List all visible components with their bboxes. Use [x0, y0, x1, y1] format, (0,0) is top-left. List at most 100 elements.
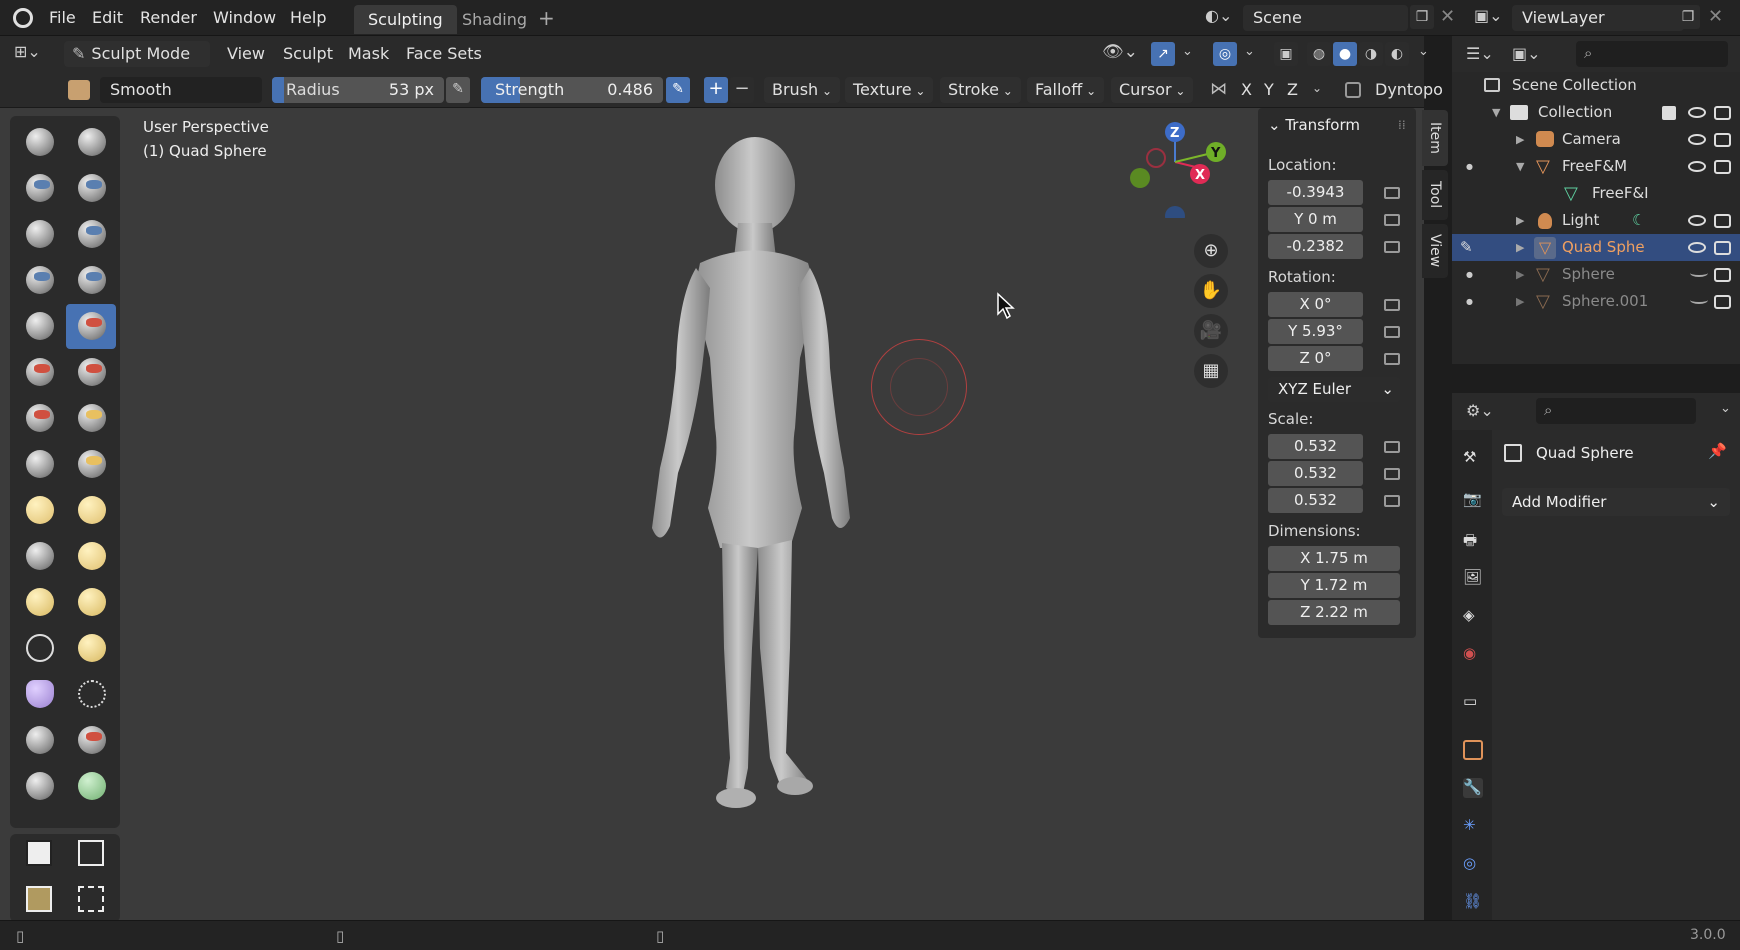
output-tab-icon[interactable]: 🖶 — [1463, 530, 1483, 550]
eye-closed-icon[interactable] — [1690, 269, 1708, 277]
clay-strips-brush-icon[interactable] — [66, 166, 116, 211]
draw-brush-icon[interactable] — [14, 120, 64, 165]
modifier-tab-icon[interactable]: 🔧 — [1463, 778, 1483, 798]
properties-search-input[interactable]: ⌕ — [1536, 398, 1696, 424]
mask-brush-icon[interactable] — [14, 718, 64, 763]
box-face-set-icon[interactable] — [26, 886, 52, 912]
multires-displacement-eraser-icon[interactable] — [14, 764, 64, 809]
menu-face-sets[interactable]: Face Sets — [406, 44, 482, 63]
crease-brush-icon[interactable] — [14, 304, 64, 349]
navigation-gizmo[interactable]: Z Y X — [1120, 108, 1230, 218]
lock-icon[interactable] — [1384, 326, 1400, 338]
expand-icon[interactable]: ▶ — [1516, 126, 1524, 153]
3d-viewport[interactable]: User Perspective (1) Quad Sphere Z Y X ⊕… — [0, 108, 1424, 920]
brush-icon[interactable] — [68, 80, 90, 100]
eye-closed-icon[interactable] — [1690, 296, 1708, 304]
pin-icon[interactable]: 📌 — [1708, 442, 1727, 460]
radius-pressure-icon[interactable]: ✎ — [446, 77, 470, 103]
properties-type-icon[interactable]: ⚙⌄ — [1466, 401, 1494, 420]
smooth-brush-icon[interactable] — [66, 304, 116, 349]
expand-icon[interactable]: ▶ — [1516, 207, 1524, 234]
scale-z-field[interactable]: 0.532 — [1268, 488, 1363, 513]
outliner-quad-sphere[interactable]: ✎ ▶ ▽ Quad Sphe — [1452, 234, 1740, 261]
lock-icon[interactable] — [1384, 468, 1400, 480]
transform-section-header[interactable]: ⌄ Transform — [1268, 116, 1360, 134]
symmetry-z[interactable]: Z — [1287, 80, 1298, 99]
shading-dropdown-icon[interactable]: ⌄ — [1418, 44, 1429, 59]
symmetry-icon[interactable]: ⋈ — [1210, 79, 1227, 99]
rendered-shading-icon[interactable]: ◐ — [1385, 42, 1409, 66]
scene-name-field[interactable]: Scene — [1243, 5, 1408, 31]
menu-mask[interactable]: Mask — [348, 44, 389, 63]
material-shading-icon[interactable]: ◑ — [1359, 42, 1383, 66]
dyntopo-checkbox[interactable] — [1345, 82, 1361, 98]
strength-slider[interactable]: Strength 0.486 — [481, 77, 663, 103]
outliner-camera[interactable]: ▶ Camera — [1452, 126, 1740, 153]
mode-selector[interactable]: ✎ Sculpt Mode — [64, 41, 210, 67]
rotation-y-field[interactable]: Y 5.93° — [1268, 319, 1363, 344]
outliner-search-input[interactable]: ⌕ — [1576, 41, 1728, 67]
lock-icon[interactable] — [1384, 495, 1400, 507]
viewlayer-selector-icon[interactable]: ▣⌄ — [1474, 6, 1508, 30]
cursor-dropdown[interactable]: Cursor — [1111, 77, 1194, 103]
menu-help[interactable]: Help — [290, 8, 326, 27]
direction-add-icon[interactable]: + — [704, 77, 728, 103]
direction-subtract-icon[interactable]: − — [730, 77, 754, 103]
fill-brush-icon[interactable] — [66, 350, 116, 395]
brush-dropdown[interactable]: Brush — [764, 77, 841, 103]
outliner-type-icon[interactable]: ☰⌄ — [1466, 44, 1494, 63]
lock-icon[interactable] — [1384, 241, 1400, 253]
brush-name-field[interactable]: Smooth — [100, 77, 262, 103]
draw-face-sets-brush-icon[interactable] — [66, 718, 116, 763]
menu-sculpt[interactable]: Sculpt — [283, 44, 333, 63]
flatten-brush-icon[interactable] — [14, 350, 64, 395]
boundary-brush-icon[interactable] — [66, 626, 116, 671]
clay-thumb-brush-icon[interactable] — [14, 212, 64, 257]
view-layer-tab-icon[interactable]: 🖼 — [1463, 568, 1483, 588]
blob-brush-icon[interactable] — [66, 258, 116, 303]
outliner-sphere[interactable]: ● ▶ ▽ Sphere — [1452, 261, 1740, 288]
expand-icon[interactable]: ▼ — [1516, 153, 1524, 180]
add-modifier-button[interactable]: Add Modifier ⌄ — [1502, 488, 1730, 516]
radius-slider[interactable]: Radius 53 px — [272, 77, 444, 103]
camera-render-icon[interactable] — [1714, 133, 1731, 147]
camera-render-icon[interactable] — [1714, 160, 1731, 174]
slide-relax-brush-icon[interactable] — [14, 626, 64, 671]
lock-icon[interactable] — [1384, 353, 1400, 365]
delete-scene-icon[interactable]: ✕ — [1440, 6, 1455, 27]
thumb-brush-icon[interactable] — [14, 534, 64, 579]
expand-icon[interactable]: ▼ — [1492, 99, 1500, 126]
tool-tab-icon[interactable]: ⚒ — [1463, 448, 1483, 468]
collection-tab-icon[interactable]: ▭ — [1463, 692, 1483, 712]
drag-handle-icon[interactable]: ⁞⁞ — [1398, 118, 1406, 132]
outliner-light[interactable]: ▶ Light ☾ — [1452, 207, 1740, 234]
menu-file[interactable]: File — [49, 8, 76, 27]
location-x-field[interactable]: -0.3943 — [1268, 180, 1363, 205]
tab-item[interactable]: Item — [1422, 110, 1448, 166]
camera-render-icon[interactable] — [1714, 214, 1731, 228]
simplify-brush-icon[interactable] — [66, 672, 116, 717]
location-y-field[interactable]: Y 0 m — [1268, 207, 1363, 232]
dimensions-z-field[interactable]: Z 2.22 m — [1268, 600, 1400, 625]
expand-icon[interactable]: ▶ — [1516, 288, 1524, 315]
symmetry-dropdown-icon[interactable]: ⌄ — [1312, 81, 1322, 95]
sculpted-human-mesh[interactable] — [630, 128, 870, 828]
box-trim-icon[interactable] — [78, 886, 104, 912]
zoom-icon[interactable]: ⊕ — [1194, 234, 1228, 268]
eye-icon[interactable] — [1688, 107, 1706, 118]
delete-viewlayer-icon[interactable]: ✕ — [1708, 6, 1723, 27]
blender-logo-icon[interactable] — [13, 8, 33, 28]
lock-icon[interactable] — [1384, 441, 1400, 453]
menu-view[interactable]: View — [227, 44, 265, 63]
location-z-field[interactable]: -0.2382 — [1268, 234, 1363, 259]
outliner-sphere-001[interactable]: ● ▶ ▽ Sphere.001 — [1452, 288, 1740, 315]
eye-icon[interactable] — [1688, 134, 1706, 145]
pose-brush-icon[interactable] — [66, 534, 116, 579]
eye-icon[interactable] — [1688, 242, 1706, 253]
editor-type-icon[interactable]: ⊞⌄ — [14, 42, 50, 66]
lock-icon[interactable] — [1384, 299, 1400, 311]
camera-render-icon[interactable] — [1714, 295, 1731, 309]
new-scene-icon[interactable]: ❐ — [1410, 5, 1434, 29]
physics-tab-icon[interactable]: ◎ — [1463, 854, 1483, 874]
expand-icon[interactable]: ▶ — [1516, 234, 1524, 261]
